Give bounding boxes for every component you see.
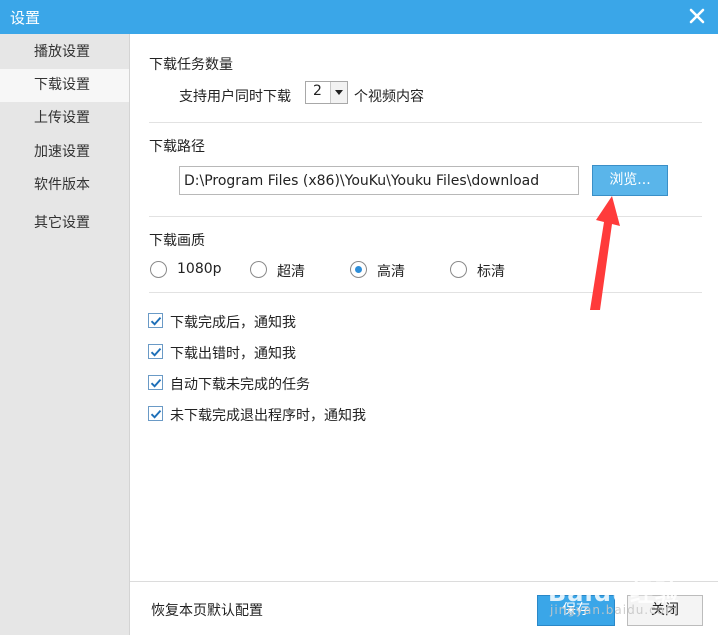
title-bar: 设置 (0, 0, 718, 34)
download-tasks-title: 下载任务数量 (149, 57, 233, 73)
browse-button[interactable]: 浏览... (592, 165, 668, 196)
radio-unchecked-icon (150, 261, 167, 278)
settings-panel: 下载任务数量 支持用户同时下载 2 个视频内容 下载路径 浏览... 下载画质 … (130, 34, 718, 635)
download-tasks-suffix: 个视频内容 (354, 89, 424, 105)
divider (149, 216, 702, 217)
sidebar-item-acceleration[interactable]: 加速设置 (0, 136, 129, 169)
sidebar-item-version[interactable]: 软件版本 (0, 169, 129, 202)
chevron-down-icon[interactable] (330, 82, 347, 103)
divider (149, 292, 702, 293)
checkbox-label: 未下载完成退出程序时，通知我 (170, 408, 366, 424)
watermark: Baidu经验 jingyan.baidu.com (548, 573, 680, 617)
quality-option-label: 1080p (177, 261, 222, 277)
quality-title: 下载画质 (149, 233, 205, 249)
divider (149, 122, 702, 123)
radio-unchecked-icon (450, 261, 467, 278)
radio-checked-icon (350, 261, 367, 278)
checkbox-checked-icon (148, 344, 163, 359)
sidebar-item-playback[interactable]: 播放设置 (0, 36, 129, 69)
watermark-url: jingyan.baidu.com (550, 603, 678, 617)
download-tasks-prefix: 支持用户同时下载 (179, 89, 291, 105)
quality-option-label: 标清 (477, 264, 505, 280)
radio-unchecked-icon (250, 261, 267, 278)
sidebar-item-upload[interactable]: 上传设置 (0, 102, 129, 135)
sidebar-item-other[interactable]: 其它设置 (0, 207, 129, 240)
download-path-input[interactable] (179, 166, 579, 195)
checkbox-label: 下载出错时，通知我 (170, 346, 296, 362)
checkbox-checked-icon (148, 406, 163, 421)
quality-option-label: 高清 (377, 264, 405, 280)
window-title: 设置 (10, 9, 41, 27)
quality-option-label: 超清 (277, 264, 305, 280)
download-path-title: 下载路径 (149, 139, 205, 155)
checkbox-checked-icon (148, 375, 163, 390)
concurrent-downloads-select[interactable]: 2 (305, 81, 348, 104)
settings-sidebar: 播放设置 下载设置 上传设置 加速设置 软件版本 其它设置 (0, 34, 130, 635)
concurrent-downloads-value: 2 (313, 83, 322, 99)
checkbox-label: 下载完成后，通知我 (170, 315, 296, 331)
close-icon[interactable] (686, 5, 708, 27)
checkbox-checked-icon (148, 313, 163, 328)
restore-defaults-link[interactable]: 恢复本页默认配置 (151, 600, 263, 620)
sidebar-item-download[interactable]: 下载设置 (0, 69, 129, 102)
checkbox-label: 自动下载未完成的任务 (170, 377, 310, 393)
